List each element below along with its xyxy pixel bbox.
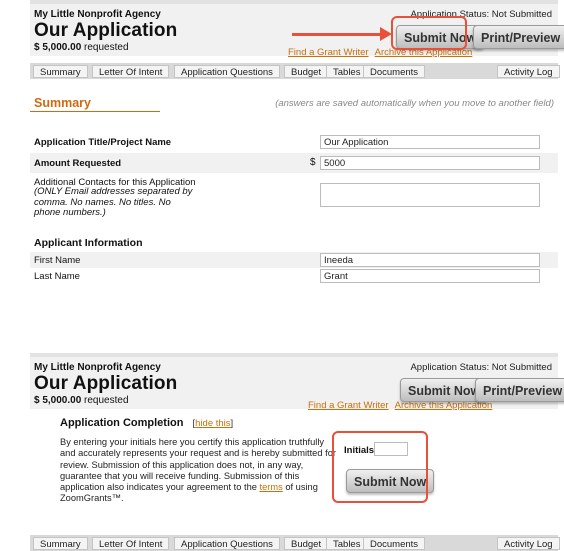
hide-this-control: [hide this] [193, 418, 234, 429]
agency-name: My Little Nonprofit Agency [34, 362, 161, 373]
autosave-note: (answers are saved automatically when yo… [275, 98, 554, 109]
callout-arrow-line [292, 33, 382, 36]
tab-budget[interactable]: Budget [284, 65, 329, 78]
amount-requested-summary: $ 5,000.00 requested [34, 395, 129, 406]
tab-application-questions[interactable]: Application Questions [174, 65, 280, 78]
amount-suffix: requested [81, 42, 129, 53]
row-last-name: Last Name [30, 268, 558, 284]
page-title: Our Application [34, 20, 178, 41]
find-grant-writer-link[interactable]: Find a Grant Writer [288, 47, 369, 58]
amount-value: $ 5,000.00 [34, 395, 82, 406]
hide-close-bracket: ] [230, 418, 234, 429]
application-panel-top: My Little Nonprofit Agency Our Applicati… [30, 0, 564, 288]
applicant-information-title: Applicant Information [34, 237, 143, 249]
summary-section-header: Summary (answers are saved automatically… [30, 92, 558, 112]
completion-title-text: Application Completion [60, 417, 184, 429]
amount-value: $ 5,000.00 [34, 42, 82, 53]
tab-budget[interactable]: Budget [284, 537, 329, 550]
find-grant-writer-link[interactable]: Find a Grant Writer [308, 400, 389, 411]
print-preview-button[interactable]: Print/Preview [473, 25, 564, 49]
print-preview-button[interactable]: Print/Preview [475, 378, 564, 402]
amount-requested-input[interactable] [320, 156, 540, 170]
tab-documents[interactable]: Documents [363, 537, 426, 550]
application-title-label: Application Title/Project Name [34, 137, 172, 148]
hide-this-link[interactable]: hide this [195, 418, 230, 429]
submit-callout-highlight [391, 16, 467, 50]
tab-summary[interactable]: Summary [33, 65, 88, 78]
tab-documents[interactable]: Documents [363, 65, 426, 78]
tab-bar-bottom: Summary Letter Of Intent Application Que… [30, 535, 560, 551]
tab-letter-of-intent[interactable]: Letter Of Intent [92, 65, 170, 78]
additional-contacts-hint: (ONLY Email addresses separated by comma… [34, 186, 193, 218]
last-name-input[interactable] [320, 269, 540, 283]
last-name-label: Last Name [34, 271, 80, 282]
tab-bar: Summary Letter Of Intent Application Que… [30, 63, 560, 79]
application-title-input[interactable] [320, 135, 540, 149]
summary-title: Summary [34, 96, 91, 110]
row-application-title: Application Title/Project Name [30, 132, 558, 152]
page-title: Our Application [34, 373, 178, 394]
row-additional-contacts: Additional Contacts for this Application… [30, 174, 558, 232]
application-panel-bottom: My Little Nonprofit Agency Our Applicati… [30, 353, 564, 551]
amount-requested-label: Amount Requested [34, 158, 122, 169]
tab-activity-log[interactable]: Activity Log [497, 65, 560, 78]
application-header-bottom: My Little Nonprofit Agency Our Applicati… [30, 353, 564, 411]
application-completion-title: Application Completion [hide this] [60, 417, 233, 429]
additional-contacts-input[interactable] [320, 183, 540, 207]
row-amount-requested: Amount Requested $ [30, 153, 558, 173]
dollar-sign: $ [310, 157, 316, 168]
tab-tables[interactable]: Tables [326, 537, 368, 550]
amount-requested-summary: $ 5,000.00 requested [34, 42, 129, 53]
amount-suffix: requested [81, 395, 129, 406]
tab-tables[interactable]: Tables [326, 65, 368, 78]
row-first-name: First Name [30, 252, 558, 268]
tab-activity-log[interactable]: Activity Log [497, 537, 560, 550]
completion-certification-text: By entering your initials here you certi… [60, 437, 342, 505]
agency-name: My Little Nonprofit Agency [34, 9, 161, 20]
completion-callout-highlight [332, 431, 428, 503]
application-status: Application Status: Not Submitted [410, 362, 552, 373]
application-header: My Little Nonprofit Agency Our Applicati… [30, 0, 564, 58]
tab-letter-of-intent[interactable]: Letter Of Intent [92, 537, 170, 550]
first-name-input[interactable] [320, 253, 540, 267]
tab-application-questions[interactable]: Application Questions [174, 537, 280, 550]
terms-link[interactable]: terms [260, 482, 283, 492]
tab-summary[interactable]: Summary [33, 537, 88, 550]
summary-underline [30, 111, 160, 112]
first-name-label: First Name [34, 255, 81, 266]
